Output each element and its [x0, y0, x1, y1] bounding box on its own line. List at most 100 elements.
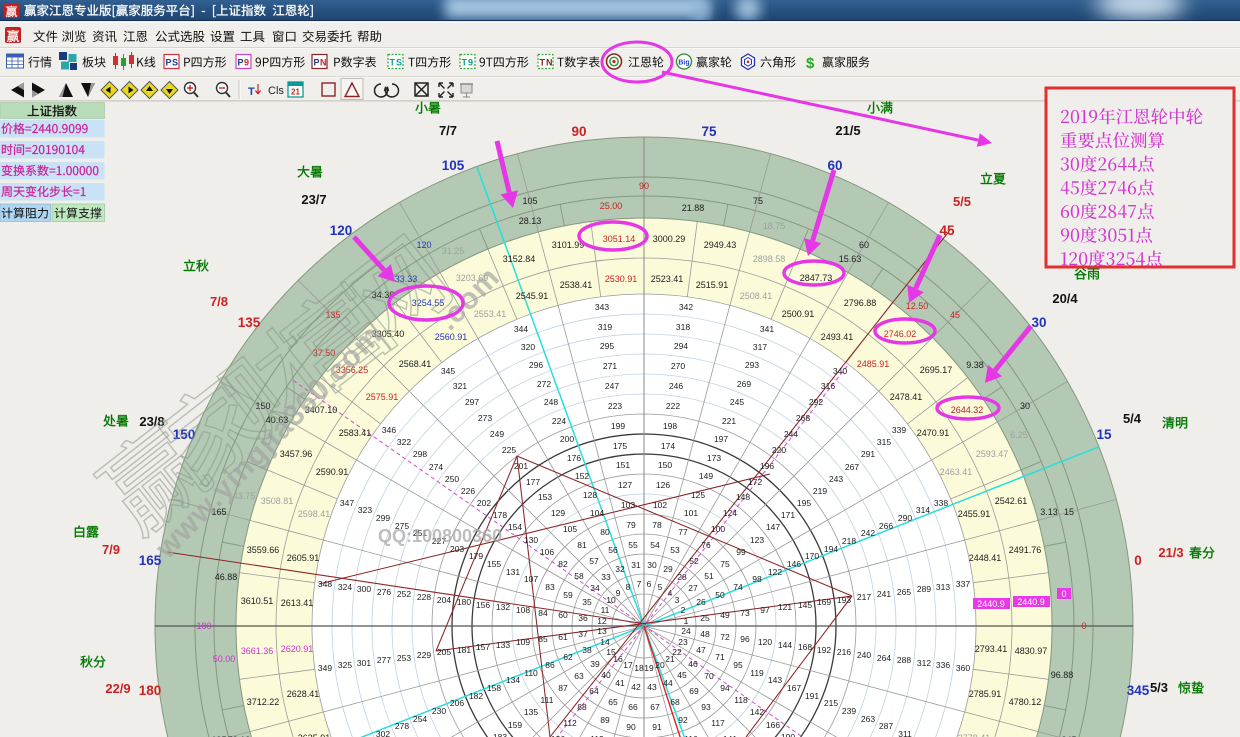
svg-text:313: 313 [936, 582, 950, 592]
svg-text:158: 158 [487, 683, 501, 693]
svg-text:135: 135 [524, 707, 538, 717]
svg-text:246: 246 [669, 381, 683, 391]
svg-text:1: 1 [684, 616, 689, 626]
svg-text:171: 171 [781, 510, 795, 520]
svg-text:248: 248 [544, 397, 558, 407]
svg-text:78: 78 [652, 520, 662, 530]
svg-text:153: 153 [538, 492, 552, 502]
svg-text:191: 191 [805, 691, 819, 701]
svg-text:195: 195 [797, 498, 811, 508]
svg-text:181: 181 [457, 645, 471, 655]
svg-text:112: 112 [563, 718, 577, 728]
svg-text:226: 226 [461, 486, 475, 496]
svg-text:45: 45 [950, 310, 960, 320]
svg-text:26: 26 [696, 597, 706, 607]
svg-text:3: 3 [675, 595, 680, 605]
svg-text:47: 47 [696, 645, 706, 655]
svg-text:37: 37 [578, 629, 588, 639]
svg-text:311: 311 [898, 729, 912, 737]
svg-text:2542.61: 2542.61 [995, 496, 1028, 506]
svg-text:2598.41: 2598.41 [298, 509, 331, 519]
svg-text:2628.41: 2628.41 [287, 689, 320, 699]
svg-text:T: T [390, 58, 396, 68]
svg-text:90: 90 [626, 722, 636, 732]
svg-text:43: 43 [647, 682, 657, 692]
svg-text:360: 360 [956, 663, 970, 673]
svg-text:30: 30 [647, 560, 657, 570]
svg-text:56: 56 [608, 545, 618, 555]
svg-text:32: 32 [615, 564, 625, 574]
svg-text:28: 28 [677, 572, 687, 582]
svg-text:134: 134 [506, 675, 520, 685]
svg-text:64: 64 [589, 686, 599, 696]
svg-text:T: T [248, 86, 255, 98]
svg-text:157: 157 [476, 642, 490, 652]
svg-text:9: 9 [468, 58, 473, 68]
svg-text:79: 79 [626, 520, 636, 530]
svg-text:S: S [396, 58, 402, 68]
svg-text:P: P [238, 58, 244, 68]
svg-text:68: 68 [670, 697, 680, 707]
svg-text:318: 318 [676, 322, 690, 332]
svg-text:60: 60 [859, 240, 869, 250]
svg-text:2440.9: 2440.9 [977, 599, 1005, 609]
svg-text:270: 270 [671, 361, 685, 371]
svg-text:12: 12 [597, 616, 607, 626]
svg-text:323: 323 [358, 505, 372, 515]
svg-text:317: 317 [753, 342, 767, 352]
svg-text:45: 45 [939, 223, 955, 238]
svg-text:25.00: 25.00 [600, 201, 623, 211]
svg-text:46.88: 46.88 [215, 572, 238, 582]
svg-text:63: 63 [574, 671, 584, 681]
svg-text:2440.9: 2440.9 [1017, 597, 1045, 607]
svg-text:21/5: 21/5 [835, 123, 860, 138]
svg-text:297: 297 [465, 397, 479, 407]
svg-text:15.63: 15.63 [839, 254, 862, 264]
svg-text:96: 96 [740, 634, 750, 644]
svg-text:66: 66 [628, 702, 638, 712]
svg-text:225: 225 [502, 445, 516, 455]
svg-text:206: 206 [450, 698, 464, 708]
svg-text:117: 117 [711, 718, 725, 728]
svg-text:345: 345 [1127, 683, 1150, 698]
svg-text:67: 67 [650, 702, 660, 712]
svg-text:156: 156 [476, 600, 490, 610]
svg-text:106: 106 [540, 547, 554, 557]
svg-text:92: 92 [678, 715, 688, 725]
svg-text:33: 33 [601, 572, 611, 582]
svg-text:299: 299 [376, 513, 390, 523]
svg-text:80: 80 [600, 527, 610, 537]
svg-text:5/3: 5/3 [1150, 680, 1168, 695]
svg-text:175: 175 [613, 441, 627, 451]
svg-text:23/7: 23/7 [301, 192, 326, 207]
svg-text:90: 90 [571, 124, 586, 139]
svg-text:28.13: 28.13 [519, 216, 542, 226]
svg-text:274: 274 [429, 462, 443, 472]
svg-text:2644.32: 2644.32 [951, 405, 984, 415]
svg-text:50: 50 [715, 590, 725, 600]
svg-text:204: 204 [437, 595, 451, 605]
svg-text:193: 193 [837, 595, 851, 605]
svg-text:2493.41: 2493.41 [821, 332, 854, 342]
svg-text:36: 36 [578, 613, 588, 623]
svg-text:53: 53 [670, 545, 680, 555]
svg-text:22: 22 [672, 647, 682, 657]
svg-text:348: 348 [318, 579, 332, 589]
svg-text:21.88: 21.88 [682, 203, 705, 213]
svg-text:N: N [320, 58, 327, 68]
svg-text:168: 168 [798, 642, 812, 652]
svg-text:196: 196 [760, 461, 774, 471]
svg-text:2455.91: 2455.91 [958, 509, 991, 519]
svg-text:2448.41: 2448.41 [969, 553, 1002, 563]
svg-text:QQ:100800360: QQ:100800360 [378, 526, 502, 546]
svg-text:266: 266 [879, 521, 893, 531]
svg-text:2530.91: 2530.91 [605, 274, 638, 284]
svg-text:170: 170 [805, 551, 819, 561]
svg-text:105: 105 [522, 196, 537, 206]
svg-text:65: 65 [608, 697, 618, 707]
svg-text:294: 294 [674, 341, 688, 351]
svg-text:120: 120 [330, 223, 353, 238]
svg-text:272: 272 [537, 379, 551, 389]
svg-text:265: 265 [897, 587, 911, 597]
svg-text:2613.41: 2613.41 [281, 598, 314, 608]
